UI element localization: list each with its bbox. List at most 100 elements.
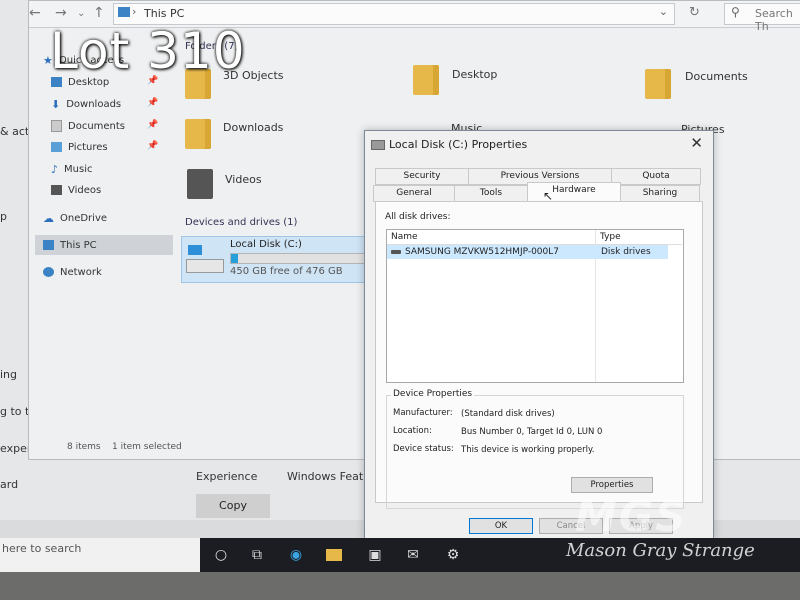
properties-button[interactable]: Properties [571, 477, 653, 493]
folder-label-documents[interactable]: Documents [685, 70, 748, 83]
local-disk-tile[interactable]: Local Disk (C:) 450 GB free of 476 GB [181, 236, 367, 283]
device-properties-header: Device Properties [391, 389, 475, 399]
devices-section-header[interactable]: Devices and drives (1) [185, 217, 297, 228]
task-view-icon[interactable]: ⧉ [248, 546, 266, 564]
nav-item-pictures[interactable]: Pictures [51, 139, 108, 155]
nav-item-label: Network [60, 266, 102, 278]
edge-browser-icon[interactable]: ◉ [287, 546, 305, 564]
nav-item-label: This PC [60, 239, 97, 251]
cortana-circle-icon[interactable]: ○ [212, 546, 230, 564]
taskbar-search-placeholder: here to search [2, 542, 82, 555]
disk-drive-icon [391, 250, 401, 254]
drive-name: Local Disk (C:) [230, 239, 302, 250]
tab-tools[interactable]: Tools [454, 185, 528, 202]
device-status-value: This device is working properly. [461, 445, 595, 455]
drive-model: SAMSUNG MZVKW512HMJP-000L7 [405, 247, 559, 257]
all-disk-drives-label: All disk drives: [385, 212, 451, 222]
drive-usage-fill [231, 254, 239, 263]
documents-folder-icon[interactable] [645, 69, 671, 99]
mail-icon[interactable]: ✉ [404, 546, 422, 564]
address-text: This PC [144, 7, 185, 20]
settings-fragment: ard [0, 478, 19, 491]
nav-item-label: Videos [68, 184, 102, 196]
up-arrow-icon[interactable]: ↑ [93, 5, 105, 21]
drive-usage-bar [230, 253, 367, 264]
pin-icon[interactable]: 📌 [147, 120, 158, 130]
network-icon [43, 267, 54, 277]
music-icon: ♪ [51, 162, 59, 176]
folder-label-desktop[interactable]: Desktop [452, 68, 497, 81]
nav-item-videos[interactable]: Videos [51, 182, 101, 198]
refresh-icon[interactable]: ↻ [689, 5, 700, 20]
disk-drives-table: Name Type SAMSUNG MZVKW512HMJP-000L7 Dis… [386, 229, 684, 383]
column-header-name[interactable]: Name [387, 230, 595, 245]
pictures-icon [51, 142, 62, 152]
nav-item-label: Pictures [68, 141, 108, 153]
nav-item-documents[interactable]: Documents [51, 118, 125, 134]
search-icon: ⚲ [731, 5, 740, 19]
nav-item-onedrive[interactable]: ☁ OneDrive [43, 210, 107, 226]
watermark-company-name: Mason Gray Strange [566, 540, 755, 561]
manufacturer-value: (Standard disk drives) [461, 409, 555, 419]
ok-button[interactable]: OK [469, 518, 533, 534]
document-icon [51, 120, 62, 132]
settings-fragment: ing [0, 368, 18, 381]
tab-security[interactable]: Security [375, 168, 469, 185]
navigation-pane: ★ Quick access Desktop 📌 ⬇ Downloads 📌 D… [29, 28, 173, 448]
downloads-folder-icon[interactable] [185, 119, 211, 149]
videos-icon [51, 185, 62, 195]
cloud-icon: ☁ [43, 211, 54, 225]
laptop-bezel [0, 572, 800, 600]
search-input[interactable]: ⚲ Search Th [724, 3, 800, 33]
desktop-folder-icon[interactable] [413, 65, 439, 95]
chevron-down-icon[interactable]: ⌄ [659, 5, 668, 18]
taskbar-search-box[interactable]: here to search [0, 538, 200, 572]
device-status-label: Device status: [393, 444, 454, 454]
tab-hardware[interactable]: Hardware [527, 182, 621, 202]
file-explorer-taskbar-icon[interactable] [326, 549, 342, 561]
hard-drive-icon [186, 245, 224, 273]
tab-sharing[interactable]: Sharing [620, 185, 700, 202]
experience-value: Windows Featu [287, 470, 371, 483]
nav-item-this-pc[interactable]: This PC [35, 235, 173, 255]
folder-label-downloads[interactable]: Downloads [223, 121, 283, 134]
tab-quota[interactable]: Quota [611, 168, 701, 185]
status-item-count: 8 items [67, 442, 101, 452]
hardware-tab-panel: All disk drives: Name Type SAMSUNG MZVKW… [375, 201, 703, 509]
folder-label-videos[interactable]: Videos [225, 173, 262, 186]
computer-icon [43, 240, 54, 250]
manufacturer-label: Manufacturer: [393, 408, 453, 418]
chevron-down-icon[interactable]: ⌄ [77, 8, 85, 19]
videos-folder-icon[interactable] [187, 169, 213, 199]
pin-icon[interactable]: 📌 [147, 98, 158, 108]
experience-label: Experience [196, 470, 258, 483]
chevron-right-icon: › [132, 5, 137, 18]
nav-item-label: Downloads [66, 98, 122, 110]
close-icon[interactable]: ✕ [690, 134, 703, 152]
drive-free-space: 450 GB free of 476 GB [230, 266, 343, 277]
lot-number-overlay: Lot 310 [50, 22, 246, 80]
status-selected: 1 item selected [112, 442, 182, 452]
nav-item-music[interactable]: ♪ Music [51, 161, 92, 177]
table-row[interactable]: SAMSUNG MZVKW512HMJP-000L7 Disk drives [387, 245, 668, 259]
back-arrow-icon[interactable]: ← [29, 5, 41, 21]
drive-icon [371, 140, 385, 150]
nav-item-downloads[interactable]: ⬇ Downloads [51, 96, 121, 112]
settings-gear-icon[interactable]: ⚙ [444, 546, 462, 564]
pin-icon[interactable]: 📌 [147, 141, 158, 151]
drive-type: Disk drives [601, 247, 651, 257]
computer-icon [118, 7, 130, 17]
settings-fragment: p [0, 210, 7, 223]
tab-general[interactable]: General [373, 185, 455, 202]
nav-item-label: Documents [68, 120, 126, 132]
properties-dialog: Local Disk (C:) Properties ✕ Security Pr… [364, 130, 714, 540]
watermark-logo: MGS [575, 492, 688, 541]
dialog-title: Local Disk (C:) Properties [389, 138, 528, 151]
nav-item-label: Music [64, 163, 93, 175]
store-icon[interactable]: ▣ [366, 546, 384, 564]
column-header-type[interactable]: Type [596, 230, 682, 245]
forward-arrow-icon[interactable]: → [55, 5, 67, 21]
copy-button[interactable]: Copy [196, 494, 270, 518]
download-icon: ⬇ [51, 97, 61, 111]
nav-item-network[interactable]: Network [43, 264, 102, 280]
